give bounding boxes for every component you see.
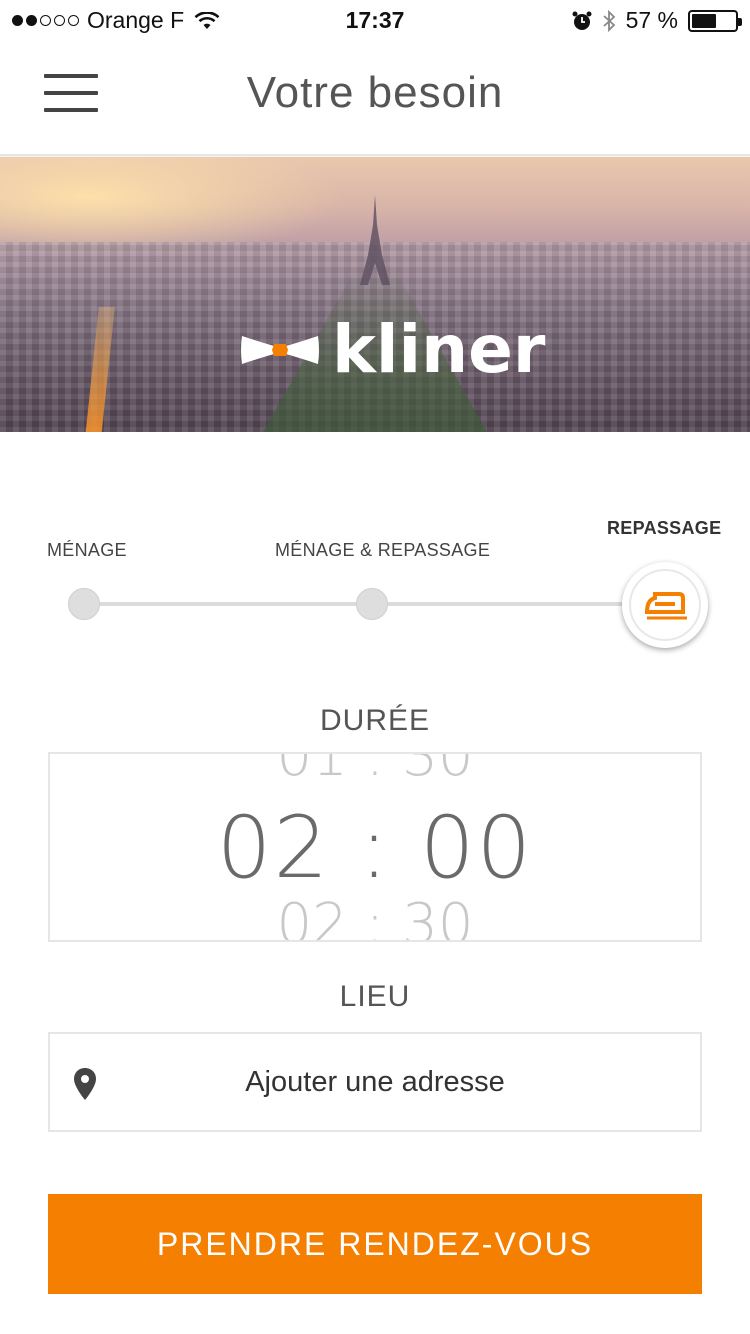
duration-option-previous[interactable]: 01 : 30 (50, 754, 700, 789)
bowtie-logo-icon (241, 336, 319, 364)
book-appointment-button[interactable]: PRENDRE RENDEZ-VOUS (48, 1194, 702, 1294)
step-label-repassage[interactable]: REPASSAGE (607, 518, 721, 539)
alarm-icon (572, 11, 592, 30)
logo-text: kliner (332, 311, 546, 388)
step-label-menage-repassage[interactable]: MÉNAGE & REPASSAGE (275, 540, 490, 561)
hero-banner-image: kliner (0, 157, 750, 432)
slider-knob-menage-repassage[interactable] (356, 588, 388, 620)
duration-picker[interactable]: 01 : 30 02 : 00 02 : 30 (48, 752, 702, 942)
nav-bar: Votre besoin (0, 40, 750, 156)
duration-option-next[interactable]: 02 : 30 (50, 892, 700, 940)
duration-title: DURÉE (319, 704, 430, 737)
bluetooth-icon (602, 9, 615, 32)
step-label-menage[interactable]: MÉNAGE (47, 540, 127, 561)
page-title: Votre besoin (246, 68, 504, 117)
location-title: LIEU (339, 980, 411, 1013)
status-bar: Orange F 17:37 57 % (0, 0, 750, 40)
eiffel-tower-icon (360, 195, 390, 285)
address-field[interactable]: Ajouter une adresse (48, 1032, 702, 1132)
iron-icon (644, 592, 687, 620)
status-right: 57 % (572, 7, 742, 34)
slider-knob-menage[interactable] (68, 588, 100, 620)
kliner-logo: kliner (240, 317, 545, 383)
address-placeholder: Ajouter une adresse (245, 1066, 505, 1098)
duration-option-selected[interactable]: 02 : 00 (50, 798, 700, 898)
battery-percent: 57 % (625, 7, 678, 33)
slider-knob-repassage[interactable] (622, 562, 708, 648)
battery-icon (688, 9, 742, 32)
